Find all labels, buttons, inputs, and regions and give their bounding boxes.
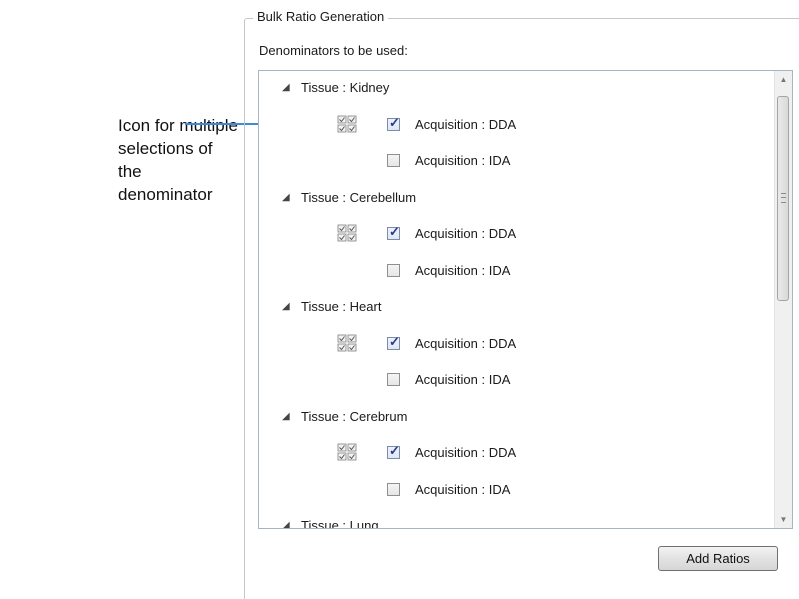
tree-group-row[interactable]: ◢ Tissue : Heart [259, 296, 766, 318]
multi-select-grid-icon [337, 443, 357, 461]
tree-item-label: Acquisition : IDA [415, 372, 511, 387]
checkbox[interactable]: ✓ [387, 334, 400, 350]
tree-group-label: Tissue : Lung [301, 518, 379, 528]
expander-triangle-icon[interactable]: ◢ [282, 187, 290, 209]
tree-item-label: Acquisition : IDA [415, 153, 511, 168]
denominators-label: Denominators to be used: [259, 43, 408, 58]
tree-group-row[interactable]: ◢ Tissue : Cerebrum [259, 406, 766, 428]
callout-text-line-3: denominator [118, 185, 213, 204]
tree-item-label: Acquisition : IDA [415, 262, 511, 278]
expander-triangle-icon[interactable]: ◢ [282, 515, 290, 528]
checkbox[interactable]: ✓ [387, 115, 400, 131]
tree-item-row[interactable]: ✓ Acquisition : DDA [259, 333, 766, 355]
multi-select-grid-icon [337, 115, 357, 132]
checkbox[interactable] [387, 482, 400, 496]
tree-group-label: Tissue : Cerebellum [301, 189, 417, 205]
tree-group-row[interactable]: ◢ Tissue : Cerebellum [259, 187, 766, 209]
vertical-scrollbar[interactable]: ▲ ▼ [774, 71, 792, 528]
denominator-tree[interactable]: ◢ Tissue : Kidney ✓ Acquisition : DDA Acquis… [258, 70, 793, 529]
checkmark-icon: ✓ [389, 333, 400, 349]
tree-item-row[interactable]: Acquisition : IDA [259, 369, 766, 391]
checkmark-icon: ✓ [389, 443, 400, 458]
tree-item-row[interactable]: Acquisition : IDA [259, 260, 766, 282]
checkmark-icon: ✓ [389, 114, 400, 130]
tree-group-label: Tissue : Cerebrum [301, 408, 408, 424]
tree-group-row[interactable]: ◢ Tissue : Kidney [259, 77, 766, 99]
tree-group-row[interactable]: ◢ Tissue : Lung [259, 515, 766, 528]
tree-viewport: ◢ Tissue : Kidney ✓ Acquisition : DDA Acquis… [259, 71, 766, 528]
tree-group-label: Tissue : Heart [301, 299, 382, 314]
tree-group-label: Tissue : Kidney [301, 80, 390, 95]
scroll-up-arrow-icon[interactable]: ▲ [775, 71, 792, 88]
checkbox[interactable]: ✓ [387, 224, 400, 240]
tree-item-label: Acquisition : DDA [415, 116, 517, 132]
callout-annotation: Icon for multiple selections of the deno… [118, 114, 238, 206]
scroll-down-arrow-icon[interactable]: ▼ [775, 511, 792, 528]
tree-item-row[interactable]: Acquisition : IDA [259, 150, 766, 172]
tree-item-row[interactable]: ✓ Acquisition : DDA [259, 114, 766, 136]
expander-triangle-icon[interactable]: ◢ [282, 77, 290, 99]
tree-item-row[interactable]: ✓ Acquisition : DDA [259, 442, 766, 464]
checkbox[interactable] [387, 373, 400, 386]
multi-select-grid-icon [337, 224, 357, 242]
checkmark-icon: ✓ [389, 224, 400, 239]
expander-triangle-icon[interactable]: ◢ [282, 406, 290, 428]
tree-item-row[interactable]: Acquisition : IDA [259, 479, 766, 501]
checkbox[interactable] [387, 154, 400, 167]
add-ratios-button[interactable]: Add Ratios [658, 546, 778, 571]
tree-item-row[interactable]: ✓ Acquisition : DDA [259, 223, 766, 245]
tree-item-label: Acquisition : DDA [415, 335, 517, 351]
tree-item-label: Acquisition : DDA [415, 445, 517, 460]
groupbox-title: Bulk Ratio Generation [253, 9, 389, 24]
callout-text-line-2: selections of the [118, 139, 213, 181]
multi-select-grid-icon [337, 334, 357, 351]
checkbox[interactable]: ✓ [387, 443, 400, 459]
scrollbar-thumb[interactable] [777, 96, 789, 301]
scroll-grip-icon [781, 193, 786, 203]
checkbox[interactable] [387, 263, 400, 277]
expander-triangle-icon[interactable]: ◢ [282, 296, 290, 318]
tree-item-label: Acquisition : DDA [415, 226, 517, 241]
tree-item-label: Acquisition : IDA [415, 481, 511, 497]
callout-text-line-1: Icon for multiple [118, 116, 238, 135]
